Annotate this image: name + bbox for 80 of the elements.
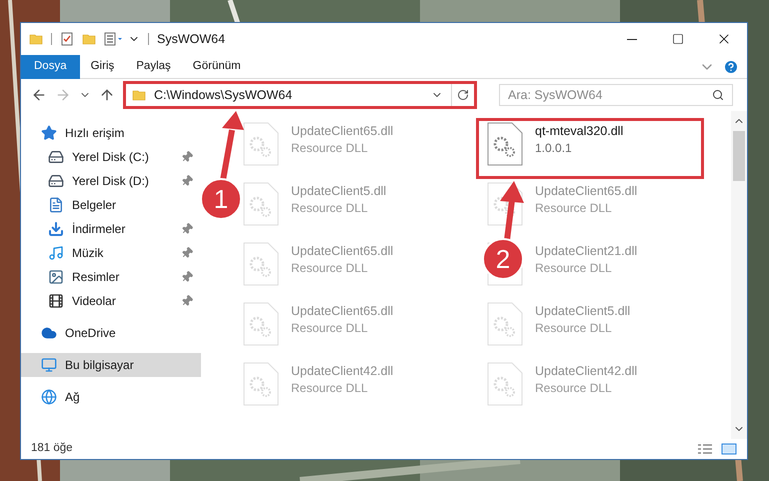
- sidebar-item[interactable]: Müzik: [21, 241, 201, 265]
- sidebar-label: OneDrive: [65, 325, 117, 342]
- help-icon[interactable]: [723, 58, 739, 74]
- back-icon[interactable]: [31, 87, 47, 103]
- cloud-icon: [41, 325, 57, 341]
- sidebar-item[interactable]: Ağ: [21, 385, 201, 409]
- pointer-arrow: [500, 181, 524, 240]
- settings-file-icon: [243, 362, 279, 406]
- sidebar-label: Resimler: [72, 269, 120, 286]
- ribbon-tab[interactable]: Dosya: [21, 54, 80, 78]
- document-icon: [48, 197, 64, 213]
- address-bar[interactable]: C:\Windows\SysWOW64: [123, 81, 477, 109]
- maximize-icon: [672, 33, 684, 45]
- refresh-icon[interactable]: [457, 89, 469, 101]
- sidebar-item[interactable]: Videolar: [21, 289, 201, 313]
- sidebar-label: Bu bilgisayar: [65, 357, 135, 374]
- search-icon: [712, 89, 724, 101]
- sidebar-item[interactable]: Resimler: [21, 265, 201, 289]
- pointer-arrow: [220, 111, 244, 181]
- checklist-icon: [60, 32, 74, 46]
- music-note-icon: [48, 245, 64, 261]
- download-icon: [48, 221, 64, 237]
- file-detail: Resource DLL: [535, 380, 613, 397]
- file-name[interactable]: qt-mteval320.dll: [535, 123, 624, 140]
- search-field[interactable]: Ara: SysWOW64: [508, 86, 712, 104]
- image-icon: [48, 269, 64, 285]
- sidebar-item[interactable]: Yerel Disk (C:): [21, 145, 201, 169]
- folder-icon: [29, 32, 43, 46]
- file-detail: Resource DLL: [535, 260, 613, 277]
- file-detail: Resource DLL: [535, 320, 613, 337]
- file-detail: Resource DLL: [291, 380, 369, 397]
- sidebar-label: İndirmeler: [72, 221, 126, 238]
- tiles-view-icon[interactable]: [721, 443, 737, 455]
- sidebar-label: Yerel Disk (C:): [72, 149, 150, 166]
- sidebar-label: Ağ: [65, 389, 81, 406]
- sidebar-label: Müzik: [72, 245, 104, 262]
- settings-file-icon: [487, 362, 523, 406]
- drive-icon: [48, 173, 64, 189]
- sidebar-label: Yerel Disk (D:): [72, 173, 150, 190]
- settings-file-icon: [243, 182, 279, 226]
- up-icon[interactable]: [99, 87, 115, 103]
- settings-file-icon: [243, 242, 279, 286]
- file-detail: 1.0.0.1: [535, 140, 573, 157]
- file-detail: Resource DLL: [291, 320, 369, 337]
- window-title: SysWOW64: [157, 30, 226, 48]
- film-icon: [48, 293, 64, 309]
- sidebar-label: Hızlı erişim: [65, 125, 126, 142]
- item-count: 181 öğe: [31, 441, 74, 456]
- details-view-icon[interactable]: [697, 443, 713, 455]
- sidebar-label: Videolar: [72, 293, 117, 310]
- sidebar-item[interactable]: Belgeler: [21, 193, 201, 217]
- sidebar-item[interactable]: Yerel Disk (D:): [21, 169, 201, 193]
- ribbon-tab[interactable]: Giriş: [80, 54, 126, 78]
- settings-file-icon: [487, 122, 523, 166]
- file-detail: Resource DLL: [535, 200, 613, 217]
- ribbon-tab[interactable]: Paylaş: [125, 54, 182, 78]
- folder-icon: [82, 32, 96, 46]
- scrollbar[interactable]: [731, 111, 747, 439]
- settings-file-icon: [243, 122, 279, 166]
- settings-file-icon: [243, 302, 279, 346]
- sidebar-item[interactable]: İndirmeler: [21, 217, 201, 241]
- search-box[interactable]: Ara: SysWOW64: [499, 84, 733, 106]
- network-icon: [41, 389, 57, 405]
- file-detail: Resource DLL: [291, 200, 369, 217]
- properties-icon: [104, 32, 124, 46]
- star-icon: [41, 125, 57, 141]
- folder-icon: [132, 88, 146, 102]
- sidebar-item[interactable]: Bu bilgisayar: [21, 353, 201, 377]
- ribbon-tab[interactable]: Görünüm: [182, 54, 252, 78]
- minimize-icon: [627, 38, 637, 40]
- file-detail: Resource DLL: [291, 260, 369, 277]
- file-detail: Resource DLL: [291, 140, 369, 157]
- settings-file-icon: [487, 302, 523, 346]
- monitor-icon: [41, 357, 57, 373]
- drive-icon: [48, 149, 64, 165]
- sidebar-item[interactable]: OneDrive: [21, 321, 201, 345]
- address-path: C:\Windows\SysWOW64: [154, 86, 294, 104]
- sidebar-item[interactable]: Hızlı erişim: [21, 121, 201, 145]
- sidebar-label: Belgeler: [72, 197, 118, 214]
- scrollbar-thumb[interactable]: [733, 131, 745, 181]
